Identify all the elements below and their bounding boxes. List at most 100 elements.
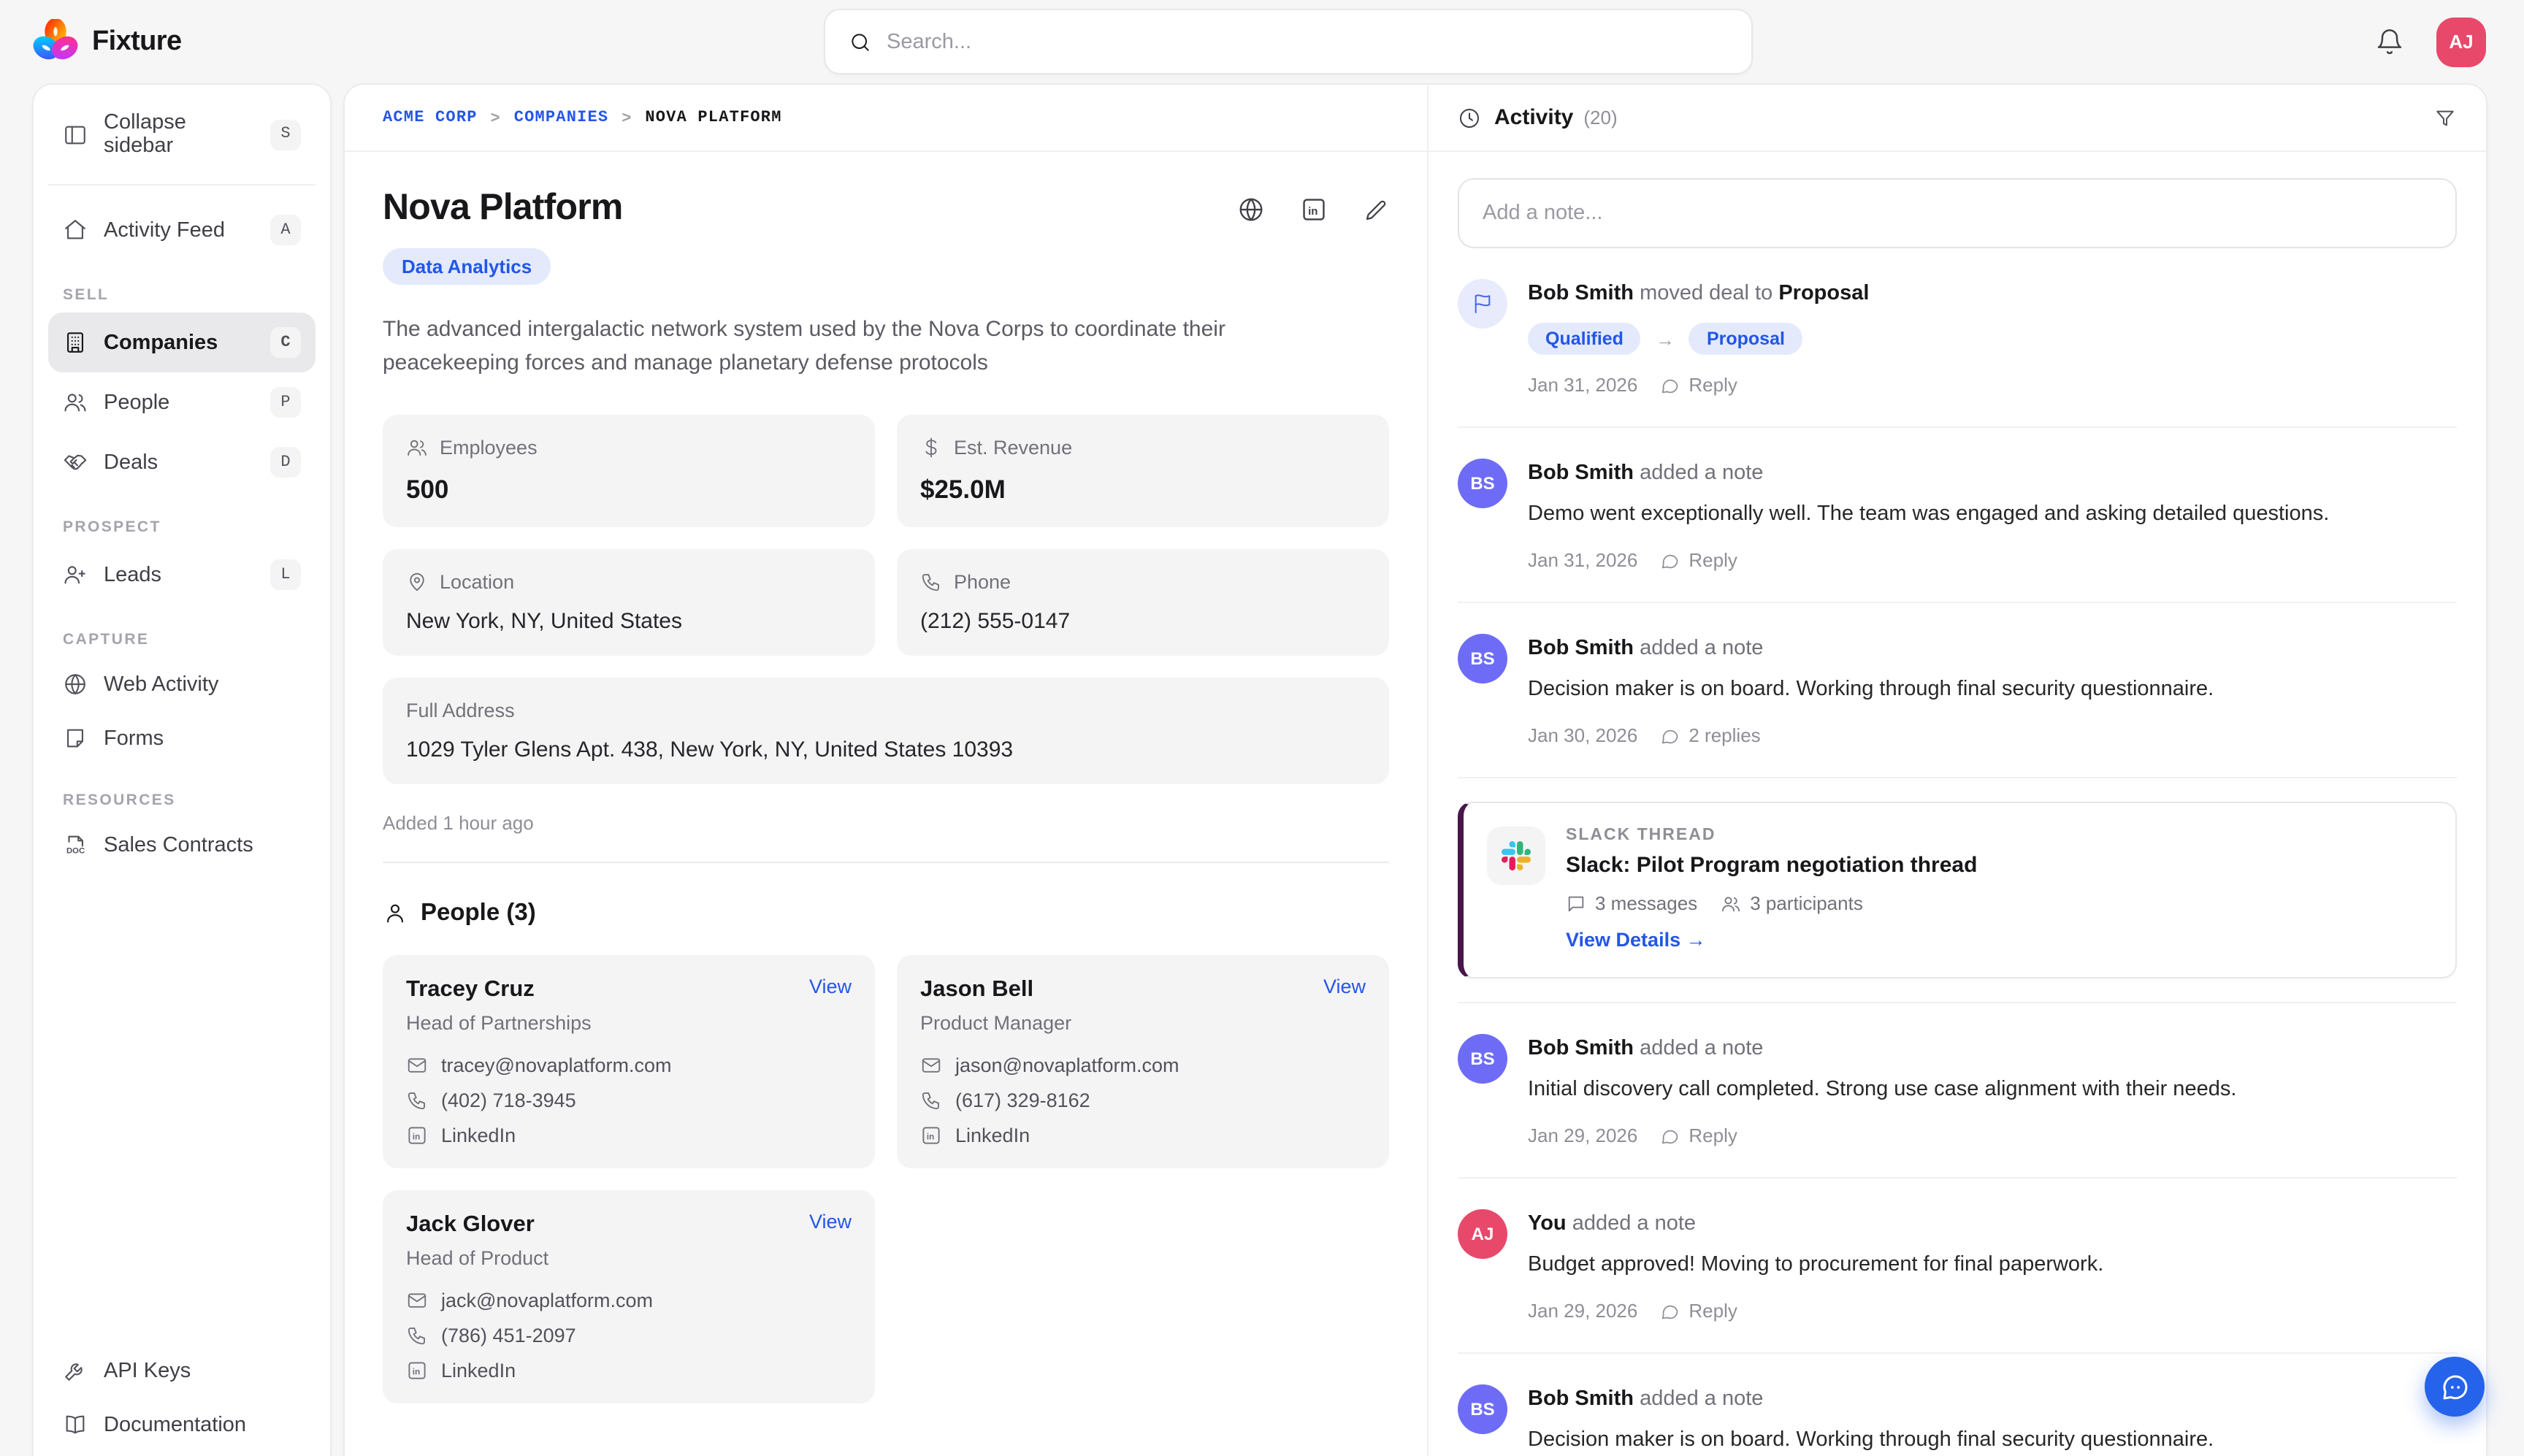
brand-name: Fixture [92,26,182,58]
svg-text:in: in [1308,205,1318,218]
actor-name: Bob Smith [1528,1387,1634,1411]
sidebar-item-documentation[interactable]: Documentation [48,1398,316,1452]
linkedin-button[interactable]: in [1300,196,1328,223]
sidebar-item-activity-feed[interactable]: Activity Feed A [48,200,316,260]
actor-name: Bob Smith [1528,282,1634,305]
note-icon [63,726,88,751]
collapse-sidebar-label: Collapse sidebar [104,111,254,158]
search-input[interactable] [887,30,1728,53]
slack-icon [1487,827,1545,885]
person-linkedin[interactable]: LinkedIn [441,1124,516,1146]
svg-text:in: in [413,1367,421,1377]
sidebar-item-label: People [104,391,254,414]
sidebar-item-deals[interactable]: Deals D [48,432,316,492]
website-button[interactable] [1237,196,1265,223]
actor-name: Bob Smith [1528,461,1634,485]
reply-label: Reply [1689,1124,1737,1146]
sidebar-item-label: Sales Contracts [104,833,301,857]
breadcrumb-current: NOVA PLATFORM [645,109,781,126]
company-detail-scroll[interactable]: Nova Platform in [345,152,1427,1403]
content-card: ACME CORP > COMPANIES > NOVA PLATFORM No… [343,83,2487,1456]
stat-revenue: Est. Revenue $25.0M [897,415,1389,527]
sidebar-item-sales-contracts[interactable]: DOC Sales Contracts [48,818,316,872]
reply-button[interactable]: Reply [1659,1124,1737,1146]
global-search[interactable] [824,9,1753,74]
entry-date: Jan 29, 2026 [1528,1300,1637,1322]
slack-thread-card[interactable]: SLACK THREAD Slack: Pilot Program negoti… [1458,802,2457,978]
replies-button[interactable]: 2 replies [1659,724,1760,746]
company-detail-panel: ACME CORP > COMPANIES > NOVA PLATFORM No… [345,85,1429,1456]
person-linkedin[interactable]: LinkedIn [441,1360,516,1382]
shortcut-key: S [270,119,301,150]
sidebar-item-label: Activity Feed [104,218,254,242]
view-person-link[interactable]: View [1323,976,1366,997]
edit-button[interactable] [1363,196,1389,223]
chat-bubble-icon [1659,1125,1680,1146]
person-phone[interactable]: (786) 451-2097 [441,1325,576,1346]
shortcut-key: D [270,447,301,478]
activity-entry: SLACK THREAD Slack: Pilot Program negoti… [1458,778,2457,1003]
shortcut-key: C [270,327,301,358]
person-role: Head of Partnerships [406,1012,852,1034]
stat-label: Location [440,571,514,593]
sidebar-item-web-activity[interactable]: Web Activity [48,657,316,711]
bell-icon[interactable] [2375,27,2404,56]
reply-button[interactable]: Reply [1659,374,1737,396]
stat-phone: Phone (212) 555-0147 [897,549,1389,656]
person-email[interactable]: jason@novaplatform.com [955,1054,1179,1076]
breadcrumb: ACME CORP > COMPANIES > NOVA PLATFORM [345,85,1427,152]
person-icon [383,901,408,926]
messages-icon [1566,893,1586,913]
add-note-input[interactable] [1458,178,2457,248]
search-icon [849,30,872,53]
sidebar-item-label: Forms [104,727,301,750]
chat-bubble-icon [1659,725,1680,746]
view-details-link[interactable]: View Details → [1566,929,1706,951]
brand-logo[interactable]: Fixture [32,18,182,65]
participants-count: 3 participants [1750,892,1863,914]
view-person-link[interactable]: View [809,1211,852,1233]
people-grid: View Tracey Cruz Head of Partnerships tr… [383,955,1389,1403]
stat-full-address: Full Address 1029 Tyler Glens Apt. 438, … [383,678,1389,784]
person-phone[interactable]: (402) 718-3945 [441,1089,576,1111]
person-linkedin[interactable]: LinkedIn [955,1124,1030,1146]
user-avatar[interactable]: AJ [2436,17,2486,66]
reply-label: Reply [1689,374,1737,396]
action-text: moved deal to [1640,282,1772,305]
action-text: added a note [1640,1387,1763,1411]
building-icon [63,330,88,355]
activity-entry: AJ You added a note Budget approved! Mov… [1458,1179,2457,1354]
breadcrumb-companies[interactable]: COMPANIES [514,109,609,126]
sidebar-item-forms[interactable]: Forms [48,711,316,765]
collapse-sidebar-button[interactable]: Collapse sidebar S [48,96,316,172]
entry-date: Jan 29, 2026 [1528,1124,1637,1146]
note-text: Decision maker is on board. Working thro… [1528,675,2457,705]
target-stage: Proposal [1778,282,1869,305]
reply-button[interactable]: Reply [1659,1300,1737,1322]
filter-button[interactable] [2433,106,2457,129]
activity-feed[interactable]: Bob Smith moved deal to Proposal Qualifi… [1429,152,2486,1456]
sidebar-item-leads[interactable]: Leads L [48,545,316,605]
sidebar-item-api-keys[interactable]: API Keys [48,1344,316,1398]
person-email[interactable]: tracey@novaplatform.com [441,1054,672,1076]
pencil-icon [1363,196,1389,223]
entry-date: Jan 31, 2026 [1528,549,1637,571]
added-timestamp: Added 1 hour ago [383,812,1389,834]
people-section-title: People (3) [421,900,536,927]
view-person-link[interactable]: View [809,976,852,997]
activity-title: Activity [1494,105,1573,130]
funnel-icon [2433,106,2457,129]
avatar: BS [1458,459,1507,508]
chat-fab-button[interactable] [2425,1357,2485,1417]
svg-text:in: in [927,1132,935,1142]
slack-thread-kicker: SLACK THREAD [1566,827,1977,844]
sidebar-item-people[interactable]: People P [48,372,316,432]
sidebar-section-prospect: PROSPECT [48,492,316,545]
reply-button[interactable]: Reply [1659,549,1737,571]
stage-badge-to: Proposal [1689,323,1802,355]
stat-label: Full Address [406,700,515,721]
breadcrumb-acme-corp[interactable]: ACME CORP [383,109,478,126]
person-email[interactable]: jack@novaplatform.com [441,1290,653,1311]
person-phone[interactable]: (617) 329-8162 [955,1089,1090,1111]
sidebar-item-companies[interactable]: Companies C [48,313,316,372]
